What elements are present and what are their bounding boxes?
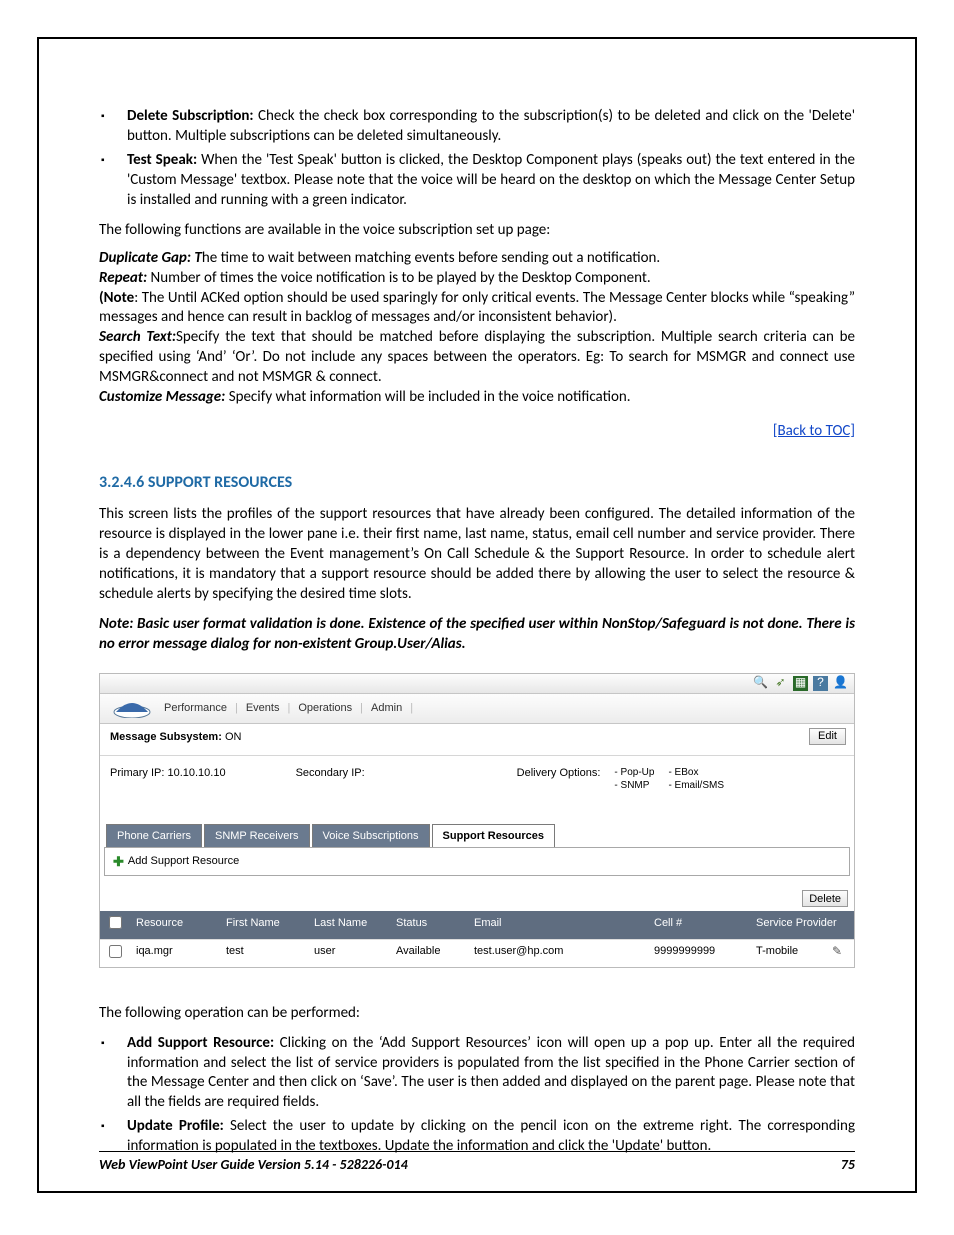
cell-resource: iqa.mgr [130, 942, 220, 965]
app-logo-icon [108, 696, 156, 720]
bullet-text: When the 'Test Speak' button is clicked,… [127, 151, 855, 209]
msg-sub-value: ON [225, 731, 242, 743]
def-note-label: (Note [99, 289, 134, 307]
menu-operations[interactable]: Operations [290, 701, 360, 716]
pencil-icon[interactable]: ✎ [832, 944, 842, 963]
search-icon[interactable]: 🔍 [753, 676, 768, 691]
bullet-label: Add Support Resource: [127, 1034, 274, 1052]
toolbar-icons: 🔍 ➶ ▦ ? 👤 [100, 674, 854, 694]
def-search-label: Search Text: [99, 328, 176, 346]
tab-support-resources[interactable]: Support Resources [432, 824, 555, 848]
def-cust-text: Specify what information will be include… [225, 388, 630, 406]
deliv-snmp: - SNMP [614, 779, 654, 792]
bullet-label: Update Profile: [127, 1117, 224, 1135]
following-op: The following operation can be performed… [99, 1004, 855, 1024]
def-rep-label: Repeat: [99, 269, 147, 287]
edit-button[interactable]: Edit [809, 728, 846, 745]
wand-icon[interactable]: ➶ [773, 676, 788, 691]
delivery-label: Delivery Options: [517, 766, 601, 792]
col-first-name[interactable]: First Name [220, 914, 308, 936]
def-note-text: : The Until ACKed option should be used … [99, 289, 855, 327]
def-rep-text: Number of times the voice notification i… [147, 269, 651, 287]
add-support-label: Add Support Resource [128, 854, 239, 869]
secondary-ip-label: Secondary IP: [296, 767, 365, 779]
page-footer: Web ViewPoint User Guide Version 5.14 - … [99, 1151, 855, 1173]
intro-line: The following functions are available in… [99, 221, 855, 241]
col-service-provider[interactable]: Service Provider [750, 914, 854, 936]
subsystem-row: Message Subsystem: ON Edit [100, 724, 854, 756]
bullet-add-support-resource: Add Support Resource: Clicking on the ‘A… [127, 1034, 855, 1114]
user-icon[interactable]: 👤 [833, 676, 848, 691]
top-bullet-list: Delete Subscription: Check the check box… [99, 107, 855, 211]
deliv-popup: - Pop-Up [614, 766, 654, 779]
cell-sp: T-mobile [756, 944, 798, 963]
deliv-ebox: - EBox [668, 766, 724, 779]
msg-sub-label: Message Subsystem: [110, 731, 225, 743]
section-heading: 3.2.4.6 SUPPORT RESOURCES [99, 472, 855, 493]
def-cust-label: Customize Message: [99, 388, 225, 406]
delete-button[interactable]: Delete [802, 890, 848, 907]
ip-row: Primary IP: 10.10.10.10 Secondary IP: De… [100, 756, 854, 802]
primary-ip-value: 10.10.10.10 [167, 767, 225, 779]
def-dup-t: T [194, 249, 201, 267]
definitions-block: Duplicate Gap: The time to wait between … [99, 249, 855, 409]
col-cell[interactable]: Cell # [648, 914, 750, 936]
plus-icon: ✚ [113, 853, 124, 870]
back-to-toc-link[interactable]: [Back to TOC] [773, 422, 855, 440]
primary-ip-label: Primary IP: [110, 767, 167, 779]
section-body: This screen lists the profiles of the su… [99, 505, 855, 605]
sub-tabs: Phone Carriers SNMP Receivers Voice Subs… [100, 802, 854, 848]
footer-page-number: 75 [841, 1156, 855, 1173]
tab-snmp-receivers[interactable]: SNMP Receivers [204, 824, 310, 848]
cell-cell: 9999999999 [648, 942, 750, 965]
deliv-emailsms: - Email/SMS [668, 779, 724, 792]
export-icon[interactable]: ▦ [793, 676, 808, 691]
bullet-text: Select the user to update by clicking on… [127, 1117, 855, 1155]
add-support-resource-bar[interactable]: ✚ Add Support Resource [104, 847, 850, 876]
menu-events[interactable]: Events [238, 701, 288, 716]
def-dup-text: he time to wait between matching events … [202, 249, 660, 267]
bullet-label: Test Speak: [127, 151, 197, 169]
row-checkbox[interactable] [109, 945, 122, 958]
grid-header: Resource First Name Last Name Status Ema… [100, 911, 854, 939]
menu-admin[interactable]: Admin [363, 701, 410, 716]
col-resource[interactable]: Resource [130, 914, 220, 936]
def-dup-label: Duplicate Gap: [99, 249, 194, 267]
col-last-name[interactable]: Last Name [308, 914, 390, 936]
cell-status: Available [390, 942, 468, 965]
app-screenshot: 🔍 ➶ ▦ ? 👤 Performance| Events| Operation… [99, 673, 855, 968]
tab-voice-subscriptions[interactable]: Voice Subscriptions [312, 824, 430, 848]
col-email[interactable]: Email [468, 914, 648, 936]
col-status[interactable]: Status [390, 914, 468, 936]
table-row: iqa.mgr test user Available test.user@hp… [100, 939, 854, 967]
help-icon[interactable]: ? [813, 676, 828, 691]
tab-phone-carriers[interactable]: Phone Carriers [106, 824, 202, 848]
cell-last: user [308, 942, 390, 965]
bottom-bullet-list: Add Support Resource: Clicking on the ‘A… [99, 1034, 855, 1158]
bullet-test-speak: Test Speak: When the 'Test Speak' button… [127, 151, 855, 211]
bullet-label: Delete Subscription: [127, 107, 254, 125]
select-all-checkbox[interactable] [109, 916, 122, 929]
def-search-text: Specify the text that should be matched … [99, 328, 855, 386]
menu-performance[interactable]: Performance [156, 701, 235, 716]
cell-email: test.user@hp.com [468, 942, 648, 965]
note-italic: Note: Basic user format validation is do… [99, 615, 855, 655]
menu-bar: Performance| Events| Operations| Admin| [100, 694, 854, 724]
cell-first: test [220, 942, 308, 965]
footer-title: Web ViewPoint User Guide Version 5.14 - … [99, 1156, 408, 1173]
bullet-delete-subscription: Delete Subscription: Check the check box… [127, 107, 855, 147]
